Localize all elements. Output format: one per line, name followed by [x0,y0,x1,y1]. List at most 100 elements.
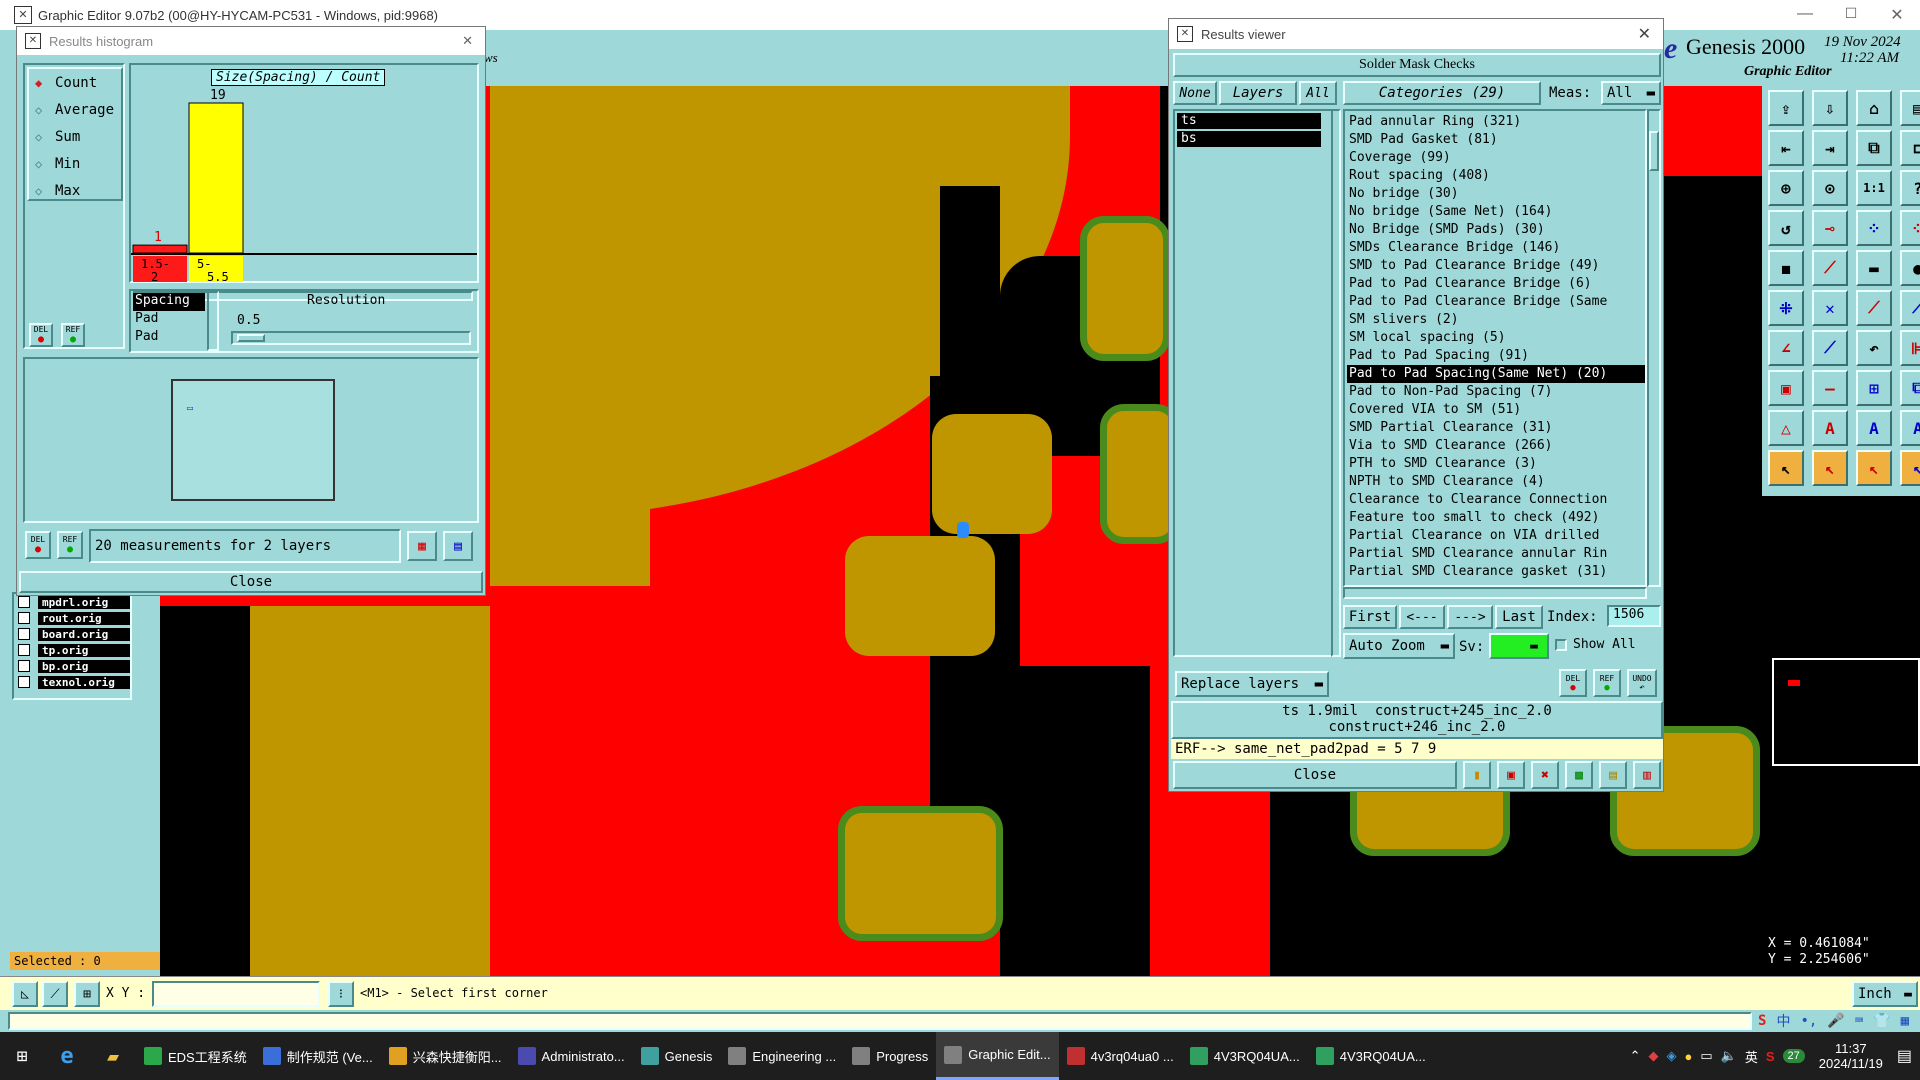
category-item[interactable]: Clearance to Clearance Connection [1347,491,1645,509]
minimize-button[interactable]: — [1782,5,1828,25]
index-input[interactable]: 1506 [1607,605,1661,627]
spacing-list[interactable]: Spacing Pad Pad [133,293,205,347]
minus-tool-button[interactable]: — [1812,370,1848,406]
edit-tool-button[interactable]: ∠ [1768,330,1804,366]
taskbar-item[interactable]: 制作规范 (Ve... [255,1032,381,1080]
taskbar-item[interactable]: 兴森快捷衡阳... [381,1032,510,1080]
pointer-tool-button[interactable]: ↖ [1768,450,1804,486]
pointer2-tool-button[interactable]: ↖ [1812,450,1848,486]
zoom-tool-button[interactable]: ⊙ [1812,170,1848,206]
layers-tool-button[interactable]: ⧉ [1900,370,1920,406]
layer-row[interactable]: board.orig [14,626,130,642]
circle-tool-button[interactable]: ● [1900,250,1920,286]
export-button[interactable]: ▩ [1565,761,1593,789]
category-item[interactable]: Pad to Pad Clearance Bridge (Same [1347,293,1645,311]
overview-map[interactable] [1772,658,1920,766]
category-item[interactable]: Partial SMD Clearance gasket (31) [1347,563,1645,581]
step-tool-button[interactable]: ⊏ [1900,130,1920,166]
category-item[interactable]: Pad annular Ring (321) [1347,113,1645,131]
last-button[interactable]: Last [1495,605,1543,629]
measure-tool-button[interactable]: ↺ [1768,210,1804,246]
first-button[interactable]: First [1343,605,1397,629]
category-item[interactable]: SMD to Pad Clearance Bridge (49) [1347,257,1645,275]
a3-tool-button[interactable]: A [1900,410,1920,446]
ime-indicator[interactable]: 英 [1745,1047,1758,1066]
ref-button-bottom[interactable]: REF ● [57,531,83,559]
notify-badge[interactable]: 27 [1782,1049,1805,1063]
tool-a-button[interactable]: ◺ [12,981,38,1007]
node-tool-button[interactable]: ⁜ [1768,290,1804,326]
category-item[interactable]: Rout spacing (408) [1347,167,1645,185]
category-item[interactable]: Feature too small to check (492) [1347,509,1645,527]
viewer-undo-button[interactable]: UNDO ↶ [1627,669,1657,697]
a2-tool-button[interactable]: A [1856,410,1892,446]
home-tool-button[interactable]: ⌂ [1856,90,1892,126]
meas-dropdown[interactable]: All ▬ [1601,81,1661,105]
maximize-button[interactable]: ☐ [1828,5,1874,25]
arc-tool-button[interactable]: ↶ [1856,330,1892,366]
auto-zoom-dropdown[interactable]: Auto Zoom ▬ [1343,633,1455,659]
stat-option-average[interactable]: ◇ Average [29,96,121,123]
key-tool-button[interactable]: ⊸ [1812,210,1848,246]
histogram-close-button[interactable]: Close [19,571,483,593]
histogram-button[interactable]: ▥ [1633,761,1661,789]
taskbar-item[interactable]: 4V3RQ04UA... [1182,1032,1308,1080]
layer-checkbox[interactable] [18,660,30,672]
category-item[interactable]: Via to SMD Clearance (266) [1347,437,1645,455]
category-item[interactable]: No bridge (Same Net) (164) [1347,203,1645,221]
category-item[interactable]: SMD Pad Gasket (81) [1347,131,1645,149]
open-tool-button[interactable]: ⇪ [1768,90,1804,126]
histogram-close-icon[interactable]: ✕ [462,33,473,49]
replace-layers-dropdown[interactable]: Replace layers ▬ [1175,671,1329,697]
layer-checkbox[interactable] [18,612,30,624]
cross-tool-tool-button[interactable]: ✕ [1812,290,1848,326]
category-item[interactable]: Partial Clearance on VIA drilled [1347,527,1645,545]
cross-button[interactable]: ✖ [1531,761,1559,789]
notification-icon[interactable]: ▤ [1897,1046,1912,1066]
layer-checkbox[interactable] [18,628,30,640]
viewer-del-button[interactable]: DEL ● [1559,669,1587,697]
category-item[interactable]: Covered VIA to SM (51) [1347,401,1645,419]
category-item[interactable]: SMDs Clearance Bridge (146) [1347,239,1645,257]
fit-tool-button[interactable]: ⊕ [1768,170,1804,206]
sogou-tray-icon[interactable]: S [1766,1049,1775,1064]
categories-vscroll[interactable] [1647,109,1661,587]
stat-option-sum[interactable]: ◇ Sum [29,123,121,150]
stat-option-count[interactable]: ◆ Count [29,69,121,96]
sv-color-dropdown[interactable]: ▬ [1489,633,1549,659]
panel-tool-button[interactable]: ▤ [1900,90,1920,126]
tray-shield-icon[interactable]: ◈ [1666,1048,1676,1064]
stat-option-min[interactable]: ◇ Min [29,150,121,177]
export-tool-button[interactable]: ⇥ [1812,130,1848,166]
layer-row[interactable]: mpdrl.orig [14,594,130,610]
chart2-icon-button[interactable]: ▤ [443,531,473,561]
taskbar-item[interactable]: Genesis [633,1032,721,1080]
stat-option-max[interactable]: ◇ Max [29,177,121,204]
grid-tool-button[interactable]: ⊞ [1856,370,1892,406]
import-tool-button[interactable]: ⇤ [1768,130,1804,166]
layer-row[interactable]: rout.orig [14,610,130,626]
taskbar-item[interactable]: 4V3RQ04UA... [1308,1032,1434,1080]
prev-button[interactable]: <--- [1399,605,1445,629]
category-item[interactable]: SMD Partial Clearance (31) [1347,419,1645,437]
del-button[interactable]: DEL ● [29,323,53,347]
film-button[interactable]: ▣ [1497,761,1525,789]
category-item[interactable]: SM local spacing (5) [1347,329,1645,347]
show-all-checkbox[interactable] [1555,639,1567,651]
category-item[interactable]: PTH to SMD Clearance (3) [1347,455,1645,473]
viewer-ref-button[interactable]: REF ● [1593,669,1621,697]
taskbar-item[interactable]: Progress [844,1032,936,1080]
tray-chevron-icon[interactable]: ⌃ [1630,1048,1641,1064]
category-item[interactable]: Coverage (99) [1347,149,1645,167]
xy-snap-button[interactable]: ⁝ [328,981,354,1007]
spacing-list-item[interactable]: Pad [133,311,205,329]
copy-tool-button[interactable]: ⧉ [1856,130,1892,166]
ie-button[interactable]: e [44,1032,90,1080]
pointer3-tool-button[interactable]: ↖ [1856,450,1892,486]
start-button[interactable]: ⊞ [0,1032,44,1080]
link2-tool-button[interactable]: ⟋ [1900,290,1920,326]
viewer-layer-item[interactable]: ts [1177,113,1321,129]
layers-button[interactable]: Layers [1219,81,1297,105]
del-button-bottom[interactable]: DEL ● [25,531,51,559]
layer-row[interactable]: texnol.orig [14,674,130,690]
